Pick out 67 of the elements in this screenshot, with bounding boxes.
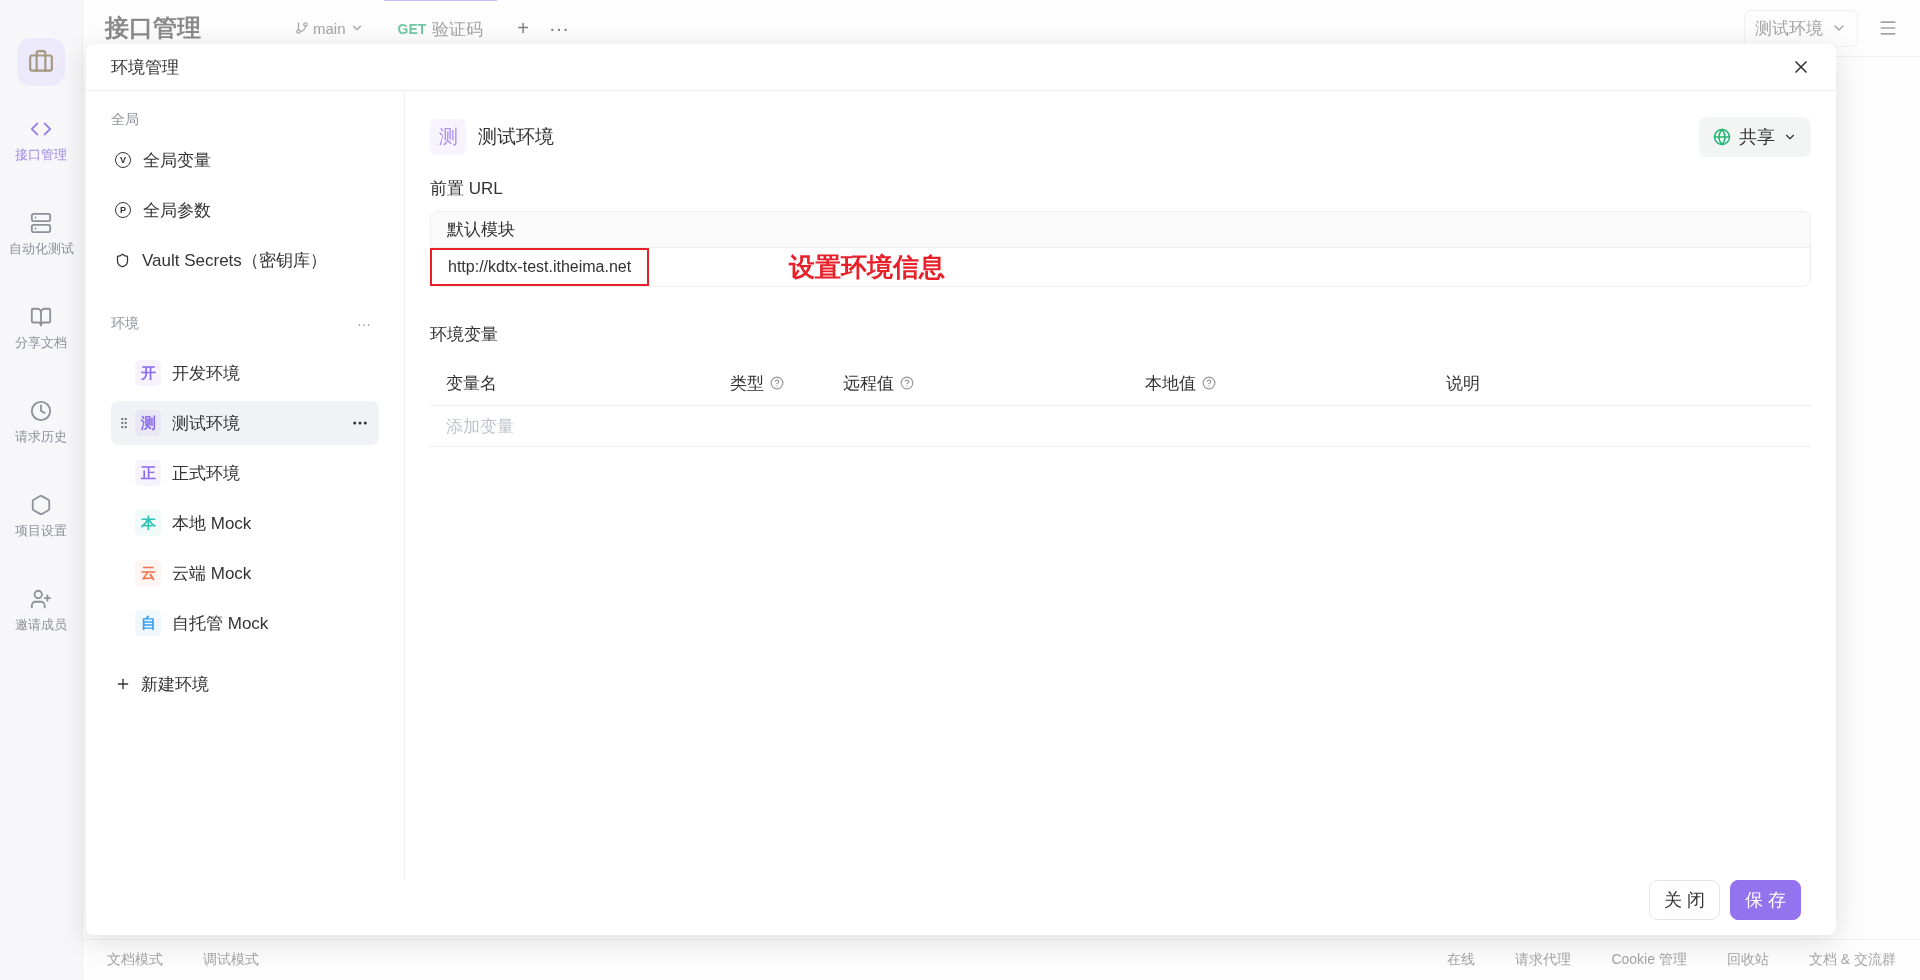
field-label: 前置 URL <box>430 178 504 200</box>
status-item[interactable]: Cookie 管理 <box>1611 951 1687 969</box>
environment-item[interactable]: 云 云端 Mock <box>111 551 379 595</box>
nav-item[interactable]: 分享文档 <box>15 306 67 380</box>
globe-icon <box>1713 128 1731 146</box>
branch-selector[interactable]: main <box>295 19 364 37</box>
save-button[interactable]: 保 存 <box>1730 880 1801 920</box>
column-header: 说明 <box>1446 372 1480 395</box>
help-icon[interactable] <box>1202 376 1216 390</box>
nav-item[interactable]: 请求历史 <box>15 400 67 474</box>
environment-item[interactable]: 测 测试环境 <box>111 401 379 445</box>
environment-badge: 云 <box>135 560 161 586</box>
environment-badge: 自 <box>135 610 161 636</box>
close-button[interactable]: 关 闭 <box>1648 880 1720 920</box>
column-header: 本地值 <box>1145 372 1196 395</box>
nav-item[interactable]: 项目设置 <box>15 494 67 568</box>
environment-badge: 开 <box>135 360 161 386</box>
shield-icon <box>115 252 130 268</box>
environment-badge: 测 <box>135 410 161 436</box>
app-logo-icon[interactable] <box>17 38 65 86</box>
environment-item[interactable]: 正 正式环境 <box>111 451 379 495</box>
help-icon[interactable] <box>770 376 784 390</box>
nav-icon <box>30 212 52 234</box>
share-button[interactable]: 共享 <box>1699 117 1811 157</box>
field-label: 环境变量 <box>430 324 499 346</box>
environment-name: 测试环境 <box>478 125 554 149</box>
branch-icon <box>295 21 309 35</box>
column-header: 变量名 <box>446 372 497 395</box>
section-label: 全局 <box>111 111 139 129</box>
dialog-title: 环境管理 <box>111 56 179 79</box>
section-label: 环境 <box>111 315 139 333</box>
environment-badge: 本 <box>135 510 161 536</box>
url-field[interactable]: http://kdtx-test.itheima.net <box>430 248 650 286</box>
nav-item[interactable]: 邀请成员 <box>15 588 67 662</box>
nav-icon <box>30 400 52 422</box>
status-item[interactable]: 请求代理 <box>1515 951 1572 969</box>
global-item[interactable]: P 全局参数 <box>111 185 379 235</box>
new-environment-button[interactable]: 新建环境 <box>111 659 379 709</box>
environment-badge: 测 <box>430 119 466 155</box>
more-tabs-button[interactable]: ··· <box>549 16 569 40</box>
environment-item[interactable]: 开 开发环境 <box>111 351 379 395</box>
environment-badge: 正 <box>135 460 161 486</box>
status-item[interactable]: 在线 <box>1447 951 1476 969</box>
status-item[interactable]: 文档模式 <box>107 951 163 969</box>
add-tab-button[interactable]: + <box>517 16 529 40</box>
status-item[interactable]: 文档 & 交流群 <box>1808 951 1896 969</box>
status-item[interactable]: 调试模式 <box>203 951 259 969</box>
nav-icon <box>30 306 52 328</box>
column-header: 远程值 <box>843 372 894 395</box>
more-button[interactable]: ··· <box>357 316 371 332</box>
help-icon[interactable] <box>900 376 914 390</box>
environment-item[interactable]: 自 自托管 Mock <box>111 601 379 645</box>
global-item[interactable]: Vault Secrets（密钥库） <box>111 235 379 285</box>
environment-item[interactable]: 本 本地 Mock <box>111 501 379 545</box>
menu-icon[interactable] <box>1878 18 1898 38</box>
page-title: 接口管理 <box>105 13 202 43</box>
nav-item[interactable]: 自动化测试 <box>8 212 74 286</box>
column-header: 类型 <box>730 372 764 395</box>
nav-icon <box>30 588 52 610</box>
nav-icon <box>30 494 52 516</box>
plus-icon <box>115 676 131 692</box>
module-name: 默认模块 <box>431 212 1810 248</box>
nav-item[interactable]: 接口管理 <box>15 118 67 192</box>
status-item[interactable]: 回收站 <box>1726 951 1769 969</box>
add-variable-field[interactable]: 添加变量 <box>430 406 1811 447</box>
annotation-text: 设置环境信息 <box>789 250 946 284</box>
global-item[interactable]: V 全局变量 <box>111 135 379 185</box>
